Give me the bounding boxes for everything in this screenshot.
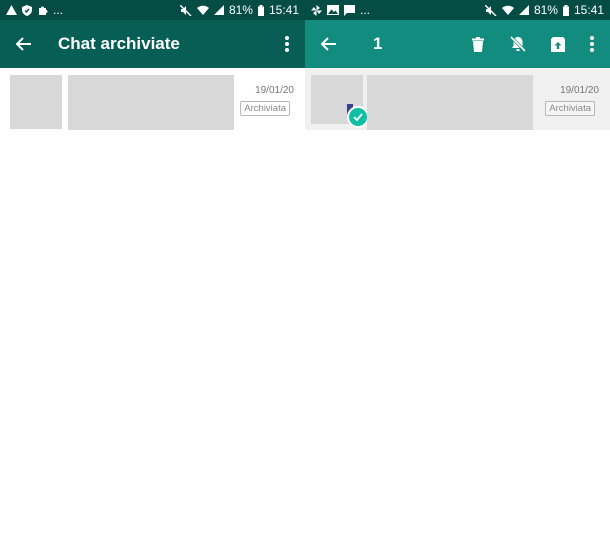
status-bar: ... 81% 15:41	[305, 0, 610, 20]
battery-icon	[562, 4, 569, 16]
image-icon	[327, 5, 339, 15]
archived-chat-item[interactable]: 19/01/20 Archiviata	[0, 68, 305, 130]
mute-vibrate-icon	[179, 4, 192, 16]
message-icon	[344, 4, 355, 16]
status-ellipsis: ...	[53, 3, 64, 17]
arrow-left-icon	[321, 37, 336, 51]
overflow-menu-button[interactable]	[578, 20, 606, 68]
mute-button[interactable]	[498, 20, 538, 68]
chat-date: 19/01/20	[560, 85, 599, 96]
avatar	[10, 75, 62, 129]
page-title: Chat archiviate	[58, 34, 180, 53]
battery-percent: 81%	[228, 3, 253, 17]
battery-icon	[257, 4, 264, 16]
back-button[interactable]	[4, 20, 44, 68]
selection-app-bar: 1	[305, 20, 610, 68]
shield-icon	[22, 4, 32, 16]
status-ellipsis: ...	[360, 3, 371, 17]
archived-chats-selection-screen: ... 81% 15:41 1 19/01/20 Archiviata	[305, 0, 610, 542]
chat-preview-placeholder	[68, 75, 234, 130]
archived-badge: Archiviata	[240, 101, 290, 116]
battery-percent: 81%	[533, 3, 558, 17]
chat-preview-placeholder	[367, 75, 533, 130]
status-time: 15:41	[268, 3, 299, 17]
selected-check	[347, 106, 369, 128]
dots-vertical-icon	[590, 36, 594, 52]
selected-archived-chat-item[interactable]: 19/01/20 Archiviata	[305, 68, 610, 130]
status-right-icons: 81% 15:41	[179, 3, 299, 17]
archived-chats-screen: ... 81% 15:41 Chat archiviate 19/01/20 A…	[0, 0, 305, 542]
app-bar: Chat archiviate	[0, 20, 305, 68]
wifi-icon	[501, 5, 514, 15]
back-button[interactable]	[309, 20, 349, 68]
status-time: 15:41	[573, 3, 604, 17]
wifi-icon	[196, 5, 209, 15]
bell-off-icon	[510, 36, 526, 52]
chat-date: 19/01/20	[255, 85, 294, 96]
status-left-icons: ...	[6, 4, 63, 16]
archive-up-icon	[551, 36, 565, 52]
warning-icon	[6, 5, 17, 15]
signal-icon	[518, 5, 529, 15]
mute-vibrate-icon	[484, 4, 497, 16]
status-left-icons: ...	[311, 4, 370, 16]
overflow-menu-button[interactable]	[273, 20, 301, 68]
arrow-left-icon	[16, 37, 31, 51]
puzzle-icon	[39, 6, 48, 15]
pinwheel-icon	[311, 4, 322, 16]
dots-vertical-icon	[285, 36, 289, 52]
check-icon	[353, 113, 363, 121]
delete-button[interactable]	[458, 20, 498, 68]
selected-count: 1	[373, 34, 383, 53]
trash-icon	[472, 36, 484, 52]
signal-icon	[213, 5, 224, 15]
status-bar: ... 81% 15:41	[0, 0, 305, 20]
unarchive-button[interactable]	[538, 20, 578, 68]
status-right-icons: 81% 15:41	[484, 3, 604, 17]
archived-badge: Archiviata	[545, 101, 595, 116]
